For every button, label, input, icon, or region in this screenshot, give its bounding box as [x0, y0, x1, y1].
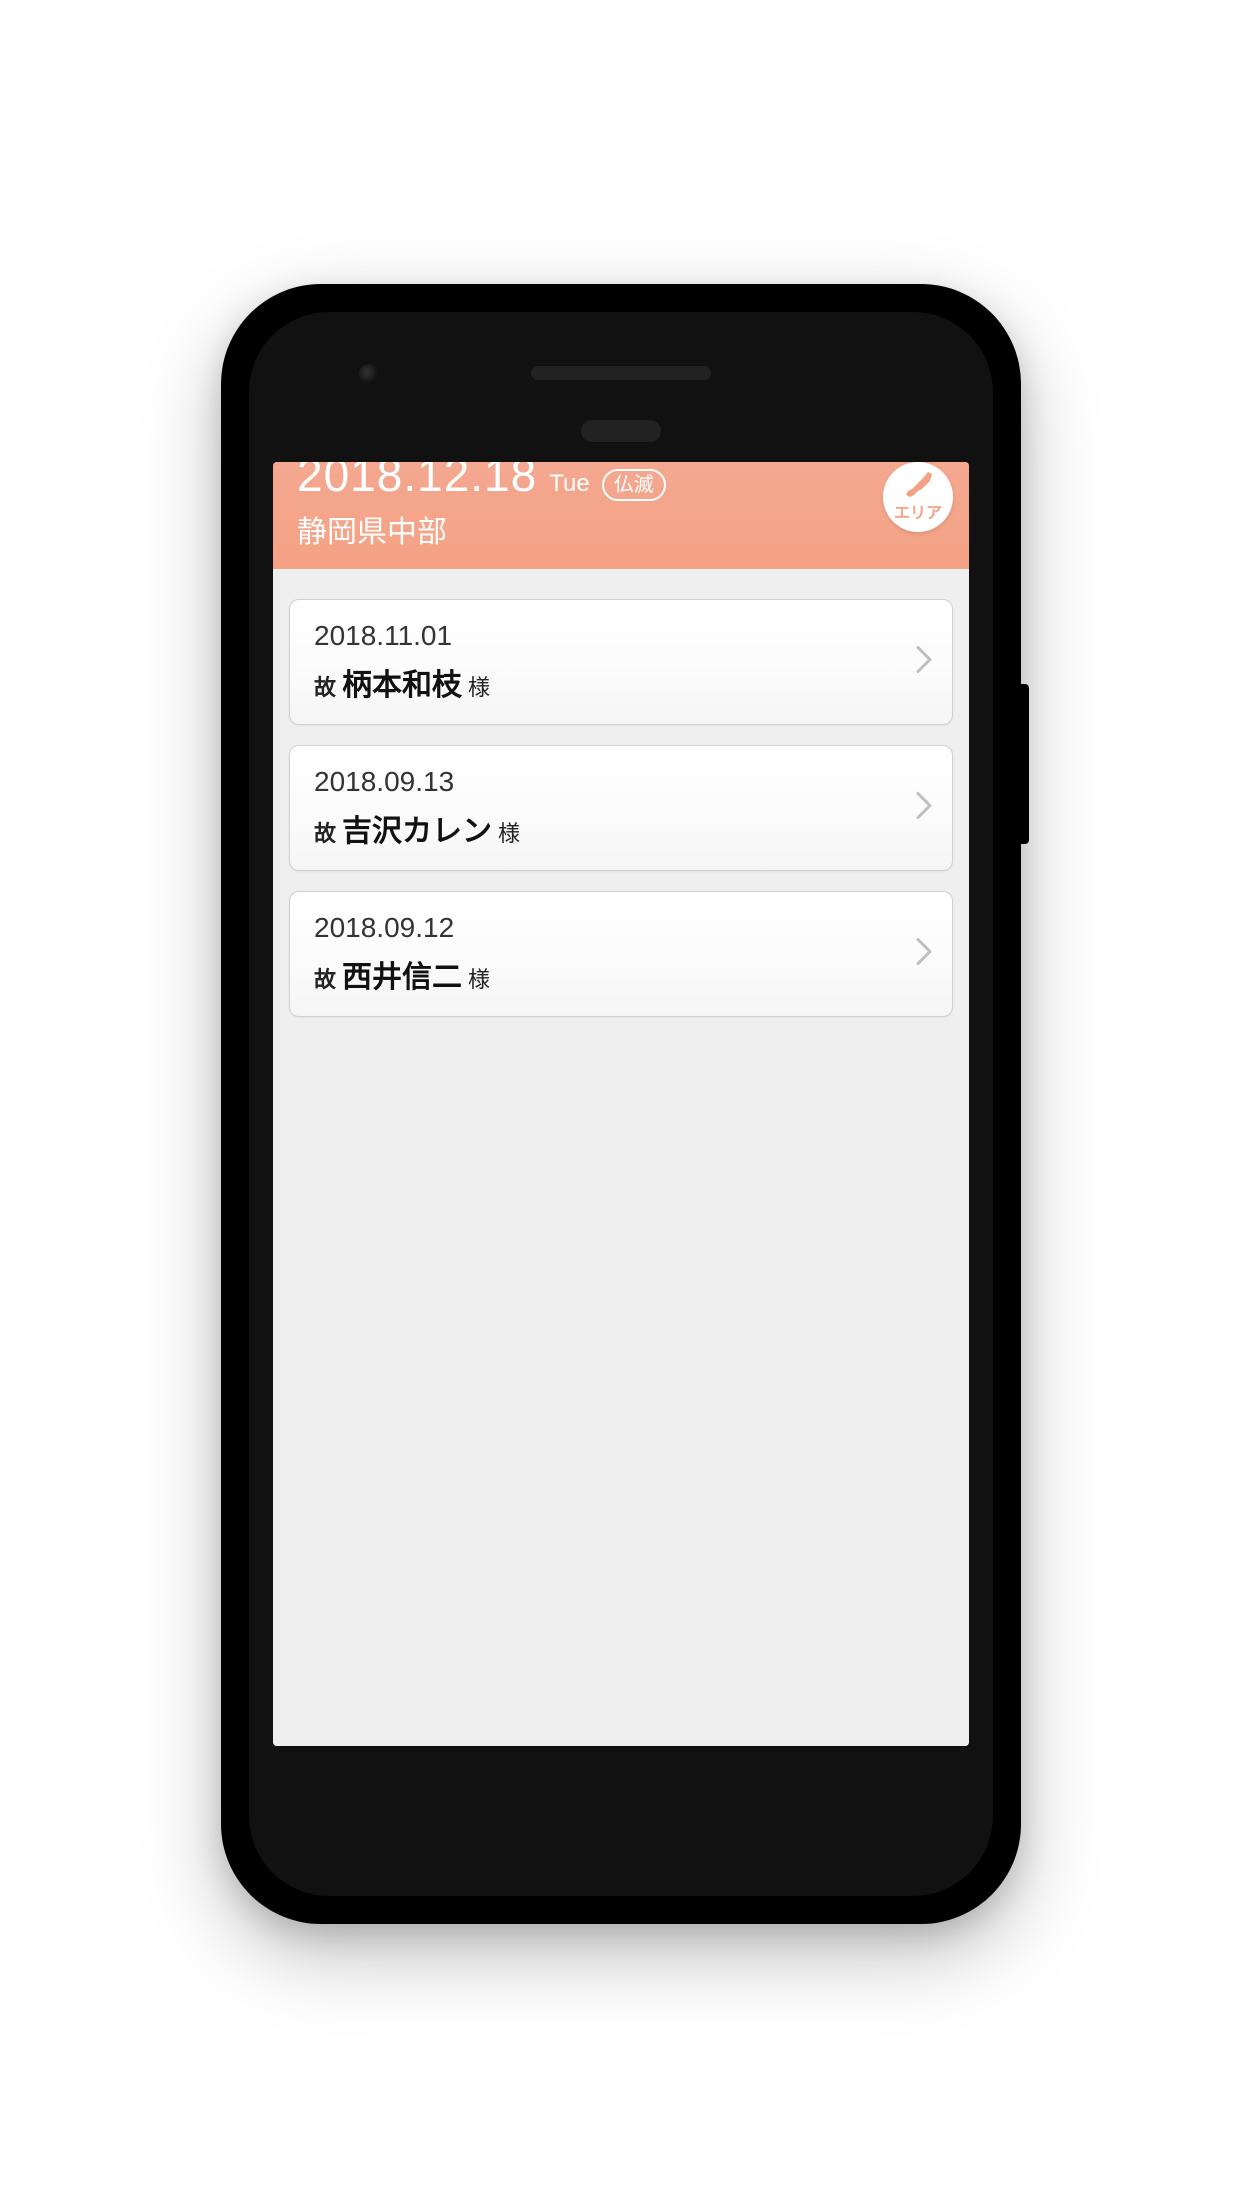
- item-prefix: 故: [314, 816, 336, 848]
- item-prefix: 故: [314, 670, 336, 702]
- phone-sensor-pill: [581, 420, 661, 442]
- item-name: 柄本和枝: [342, 660, 462, 704]
- header-region: 静岡県中部: [297, 507, 945, 551]
- chevron-right-icon: [914, 644, 934, 681]
- header-date: 2018.12.18: [297, 462, 537, 498]
- item-suffix: 様: [468, 962, 490, 994]
- japan-map-icon: [900, 469, 936, 503]
- chevron-right-icon: [914, 790, 934, 827]
- phone-camera: [359, 364, 379, 384]
- phone-frame: 2018.12.18 Tue 仏滅 静岡県中部 エリア 2018.11.01 故: [221, 284, 1021, 1924]
- list-item[interactable]: 2018.09.13 故 吉沢カレン 様: [289, 745, 953, 871]
- item-name-row: 故 柄本和枝 様: [314, 660, 928, 704]
- list-item[interactable]: 2018.09.12 故 西井信二 様: [289, 891, 953, 1017]
- item-name: 吉沢カレン: [342, 806, 492, 850]
- phone-inner: 2018.12.18 Tue 仏滅 静岡県中部 エリア 2018.11.01 故: [249, 312, 993, 1896]
- phone-side-button: [1021, 684, 1029, 844]
- app-screen: 2018.12.18 Tue 仏滅 静岡県中部 エリア 2018.11.01 故: [273, 462, 969, 1746]
- item-date: 2018.09.12: [314, 912, 928, 944]
- item-name-row: 故 西井信二 様: [314, 952, 928, 996]
- item-name: 西井信二: [342, 952, 462, 996]
- item-date: 2018.09.13: [314, 766, 928, 798]
- obituary-list[interactable]: 2018.11.01 故 柄本和枝 様 2018.09.13 故 吉沢カレン: [273, 569, 969, 1746]
- item-suffix: 様: [498, 816, 520, 848]
- header-rokuyou-badge: 仏滅: [602, 469, 666, 501]
- area-button[interactable]: エリア: [883, 462, 953, 532]
- item-date: 2018.11.01: [314, 620, 928, 652]
- item-prefix: 故: [314, 962, 336, 994]
- chevron-right-icon: [914, 936, 934, 973]
- item-name-row: 故 吉沢カレン 様: [314, 806, 928, 850]
- item-suffix: 様: [468, 670, 490, 702]
- header-date-row: 2018.12.18 Tue 仏滅: [297, 462, 945, 501]
- area-button-label: エリア: [894, 499, 942, 523]
- app-header: 2018.12.18 Tue 仏滅 静岡県中部 エリア: [273, 462, 969, 569]
- list-item[interactable]: 2018.11.01 故 柄本和枝 様: [289, 599, 953, 725]
- phone-speaker: [531, 366, 711, 380]
- header-day-of-week: Tue: [549, 470, 589, 498]
